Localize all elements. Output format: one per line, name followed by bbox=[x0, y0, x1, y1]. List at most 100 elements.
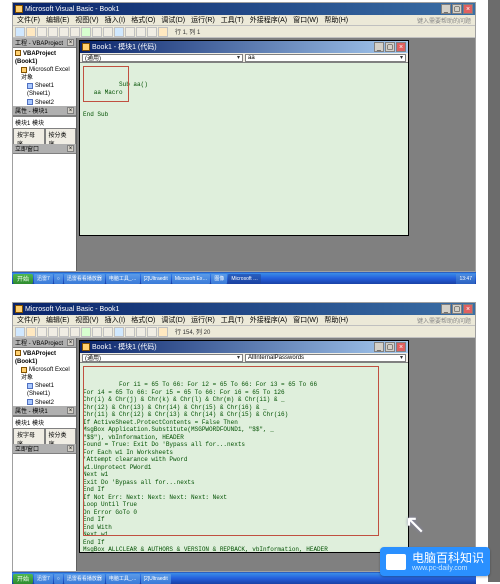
properties-pane-close-icon[interactable]: × bbox=[67, 107, 74, 114]
tool-break-icon[interactable] bbox=[92, 327, 102, 337]
start-button[interactable]: 开始 bbox=[13, 274, 33, 284]
taskbar-item[interactable]: [2]Ultraedit bbox=[141, 274, 171, 284]
menu-format[interactable]: 格式(O) bbox=[131, 15, 155, 25]
properties-pane-title[interactable]: 属性 - 模块1 × bbox=[13, 406, 76, 416]
taskbar-item[interactable]: 电脑工具_… bbox=[106, 574, 140, 584]
close-button[interactable]: × bbox=[463, 304, 473, 314]
tool-properties-icon[interactable] bbox=[136, 27, 146, 37]
tool-run-icon[interactable] bbox=[81, 327, 91, 337]
immediate-window[interactable] bbox=[13, 154, 76, 271]
procedure-dropdown[interactable]: AllInternalPasswords ▾ bbox=[245, 354, 406, 362]
tool-project-icon[interactable] bbox=[125, 27, 135, 37]
menu-debug[interactable]: 调试(D) bbox=[161, 15, 185, 25]
immediate-pane-title[interactable]: 立即窗口 × bbox=[13, 444, 76, 454]
immediate-window[interactable] bbox=[13, 454, 76, 571]
properties-object[interactable]: 模块1 模块 bbox=[13, 417, 76, 428]
tool-properties-icon[interactable] bbox=[136, 327, 146, 337]
tool-cut-icon[interactable] bbox=[48, 27, 58, 37]
app-titlebar[interactable]: Microsoft Visual Basic - Book1 _ ▢ × bbox=[13, 3, 475, 15]
tool-save-icon[interactable] bbox=[37, 27, 47, 37]
code-maximize-button[interactable]: ▢ bbox=[385, 342, 395, 352]
tree-root[interactable]: VBAProject (Book1) bbox=[15, 351, 56, 365]
project-tree[interactable]: VBAProject (Book1) Microsoft Excel 对象 Sh… bbox=[13, 48, 76, 106]
immediate-pane-close-icon[interactable]: × bbox=[67, 145, 74, 152]
tool-copy-icon[interactable] bbox=[59, 327, 69, 337]
menu-view[interactable]: 视图(V) bbox=[75, 315, 98, 325]
project-tree[interactable]: VBAProject (Book1) Microsoft Excel 对象 Sh… bbox=[13, 348, 76, 406]
tool-copy-icon[interactable] bbox=[59, 27, 69, 37]
minimize-button[interactable]: _ bbox=[441, 304, 451, 314]
tool-object-browser-icon[interactable] bbox=[147, 27, 157, 37]
menu-format[interactable]: 格式(O) bbox=[131, 315, 155, 325]
menu-insert[interactable]: 插入(I) bbox=[105, 315, 126, 325]
tool-project-icon[interactable] bbox=[125, 327, 135, 337]
properties-pane-close-icon[interactable]: × bbox=[67, 407, 74, 414]
system-tray[interactable]: 13:47 bbox=[456, 274, 475, 284]
help-hint[interactable]: 键入需要帮助的问题 bbox=[417, 316, 471, 325]
start-button[interactable]: 开始 bbox=[13, 574, 33, 584]
code-maximize-button[interactable]: ▢ bbox=[385, 42, 395, 52]
taskbar-item[interactable]: 迅雷7 bbox=[34, 574, 53, 584]
immediate-pane-close-icon[interactable]: × bbox=[67, 445, 74, 452]
properties-object[interactable]: 模块1 模块 bbox=[13, 117, 76, 128]
tree-excel-objects[interactable]: Microsoft Excel 对象 bbox=[21, 367, 70, 381]
code-titlebar[interactable]: Book1 - 模块1 (代码) _ ▢ × bbox=[80, 41, 408, 53]
tool-insert-icon[interactable] bbox=[26, 27, 36, 37]
menu-file[interactable]: 文件(F) bbox=[17, 15, 40, 25]
menu-window[interactable]: 窗口(W) bbox=[293, 15, 318, 25]
menu-edit[interactable]: 编辑(E) bbox=[46, 315, 69, 325]
object-dropdown[interactable]: (通用) ▾ bbox=[82, 54, 243, 62]
code-minimize-button[interactable]: _ bbox=[374, 42, 384, 52]
app-titlebar[interactable]: Microsoft Visual Basic - Book1 _ ▢ × bbox=[13, 303, 475, 315]
project-pane-close-icon[interactable]: × bbox=[67, 339, 74, 346]
menu-run[interactable]: 运行(R) bbox=[191, 315, 215, 325]
tool-object-browser-icon[interactable] bbox=[147, 327, 157, 337]
menu-help[interactable]: 帮助(H) bbox=[324, 15, 348, 25]
menu-addins[interactable]: 外接程序(A) bbox=[250, 315, 287, 325]
minimize-button[interactable]: _ bbox=[441, 4, 451, 14]
code-close-button[interactable]: × bbox=[396, 342, 406, 352]
taskbar-item-active[interactable]: Microsoft … bbox=[228, 274, 261, 284]
tool-reset-icon[interactable] bbox=[103, 27, 113, 37]
code-close-button[interactable]: × bbox=[396, 42, 406, 52]
taskbar-item[interactable]: Microsoft Ex… bbox=[172, 274, 211, 284]
taskbar-item[interactable]: 迅雷7 bbox=[34, 274, 53, 284]
project-pane-title[interactable]: 工程 - VBAProject × bbox=[13, 38, 76, 48]
tool-paste-icon[interactable] bbox=[70, 327, 80, 337]
taskbar-item[interactable]: ○ bbox=[54, 274, 63, 284]
code-minimize-button[interactable]: _ bbox=[374, 342, 384, 352]
menu-run[interactable]: 运行(R) bbox=[191, 15, 215, 25]
taskbar-item[interactable]: 迅雷看看播放器 bbox=[64, 574, 105, 584]
code-editor[interactable]: Sub aa() aa Macro End Sub bbox=[80, 63, 408, 235]
close-button[interactable]: × bbox=[463, 4, 473, 14]
taskbar-item[interactable]: 电脑工具_… bbox=[106, 274, 140, 284]
tool-reset-icon[interactable] bbox=[103, 327, 113, 337]
tool-save-icon[interactable] bbox=[37, 327, 47, 337]
tree-excel-objects[interactable]: Microsoft Excel 对象 bbox=[21, 67, 70, 81]
menu-file[interactable]: 文件(F) bbox=[17, 315, 40, 325]
menu-view[interactable]: 视图(V) bbox=[75, 15, 98, 25]
tool-design-icon[interactable] bbox=[114, 27, 124, 37]
menu-addins[interactable]: 外接程序(A) bbox=[250, 15, 287, 25]
tool-toolbox-icon[interactable] bbox=[158, 327, 168, 337]
tool-insert-icon[interactable] bbox=[26, 327, 36, 337]
object-dropdown[interactable]: (通用) ▾ bbox=[82, 354, 243, 362]
menu-debug[interactable]: 调试(D) bbox=[161, 315, 185, 325]
tree-root[interactable]: VBAProject (Book1) bbox=[15, 51, 56, 65]
taskbar-item[interactable]: ○ bbox=[54, 574, 63, 584]
tool-cut-icon[interactable] bbox=[48, 327, 58, 337]
menu-insert[interactable]: 插入(I) bbox=[105, 15, 126, 25]
procedure-dropdown[interactable]: aa ▾ bbox=[245, 54, 406, 62]
help-hint[interactable]: 键入需要帮助的问题 bbox=[417, 16, 471, 25]
tool-view-excel-icon[interactable] bbox=[15, 327, 25, 337]
tool-toolbox-icon[interactable] bbox=[158, 27, 168, 37]
tool-break-icon[interactable] bbox=[92, 27, 102, 37]
code-editor[interactable]: For i1 = 65 To 66: For i2 = 65 To 66: Fo… bbox=[80, 363, 408, 552]
menu-window[interactable]: 窗口(W) bbox=[293, 315, 318, 325]
tool-design-icon[interactable] bbox=[114, 327, 124, 337]
project-pane-title[interactable]: 工程 - VBAProject × bbox=[13, 338, 76, 348]
tool-view-excel-icon[interactable] bbox=[15, 27, 25, 37]
tool-paste-icon[interactable] bbox=[70, 27, 80, 37]
code-titlebar[interactable]: Book1 - 模块1 (代码) _ ▢ × bbox=[80, 341, 408, 353]
taskbar-item[interactable]: 迅雷看看播放器 bbox=[64, 274, 105, 284]
